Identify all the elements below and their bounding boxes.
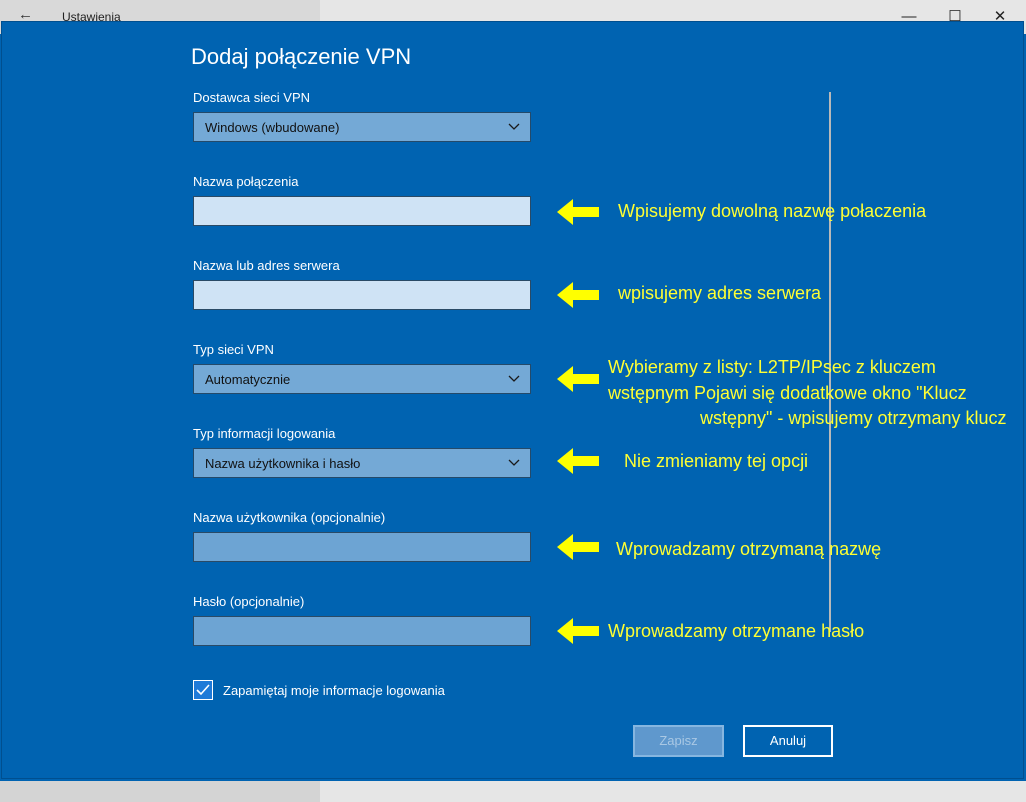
chevron-down-icon — [508, 375, 520, 382]
annotation-username: Wprowadzamy otrzymaną nazwę — [616, 539, 882, 559]
annotation-vpn-type-line1: Wybieramy z listy: L2TP/IPsec z kluczem — [608, 357, 936, 377]
dialog-title: Dodaj połączenie VPN — [191, 44, 412, 69]
provider-label: Dostawca sieci VPN — [193, 90, 311, 105]
checkmark-icon — [196, 684, 210, 696]
server-address-input[interactable] — [193, 280, 531, 310]
annotation-signin-type: Nie zmieniamy tej opcji — [624, 451, 809, 471]
annotation-password: Wprowadzamy otrzymane hasło — [608, 621, 865, 641]
back-arrow-icon[interactable]: ← — [18, 6, 33, 23]
vpn-type-label: Typ sieci VPN — [193, 342, 274, 357]
provider-value: Windows (wbudowane) — [205, 120, 340, 135]
arrow-left-icon — [557, 282, 599, 308]
provider-select[interactable]: Windows (wbudowane) — [193, 112, 531, 142]
annotation-server: wpisujemy adres serwera — [618, 283, 822, 303]
arrow-left-icon — [557, 448, 599, 474]
chevron-down-icon — [508, 459, 520, 466]
chevron-down-icon — [508, 123, 520, 130]
vpn-type-value: Automatycznie — [205, 372, 291, 387]
signin-type-select[interactable]: Nazwa użytkownika i hasło — [193, 448, 531, 478]
arrow-left-icon — [557, 199, 599, 225]
signin-type-label: Typ informacji logowania — [193, 426, 336, 441]
annotation-vpn-type-line2: wstępnym Pojawi się dodatkowe okno "Kluc… — [608, 383, 967, 403]
add-vpn-dialog: Dodaj połączenie VPN Dostawca sieci VPN … — [2, 22, 1023, 778]
cancel-button[interactable]: Anuluj — [743, 725, 833, 757]
password-label: Hasło (opcjonalnie) — [193, 594, 305, 609]
password-input[interactable] — [193, 616, 531, 646]
username-label: Nazwa użytkownika (opcjonalnie) — [193, 510, 386, 525]
arrow-left-icon — [557, 366, 599, 392]
connection-name-label: Nazwa połączenia — [193, 174, 299, 189]
annotation-connection-name: Wpisujemy dowolną nazwę połaczenia — [618, 201, 927, 221]
arrow-left-icon — [557, 534, 599, 560]
annotation-vpn-type-line3: wstępny" - wpisujemy otrzymany klucz — [700, 408, 1007, 428]
settings-bottom-strip — [0, 781, 1026, 802]
remember-checkbox[interactable] — [193, 680, 213, 700]
arrow-left-icon — [557, 618, 599, 644]
save-button[interactable]: Zapisz — [633, 725, 724, 757]
server-label: Nazwa lub adres serwera — [193, 258, 340, 273]
vpn-type-select[interactable]: Automatycznie — [193, 364, 531, 394]
signin-type-value: Nazwa użytkownika i hasło — [205, 456, 361, 471]
username-input[interactable] — [193, 532, 531, 562]
connection-name-input[interactable] — [193, 196, 531, 226]
remember-label: Zapamiętaj moje informacje logowania — [223, 683, 445, 698]
